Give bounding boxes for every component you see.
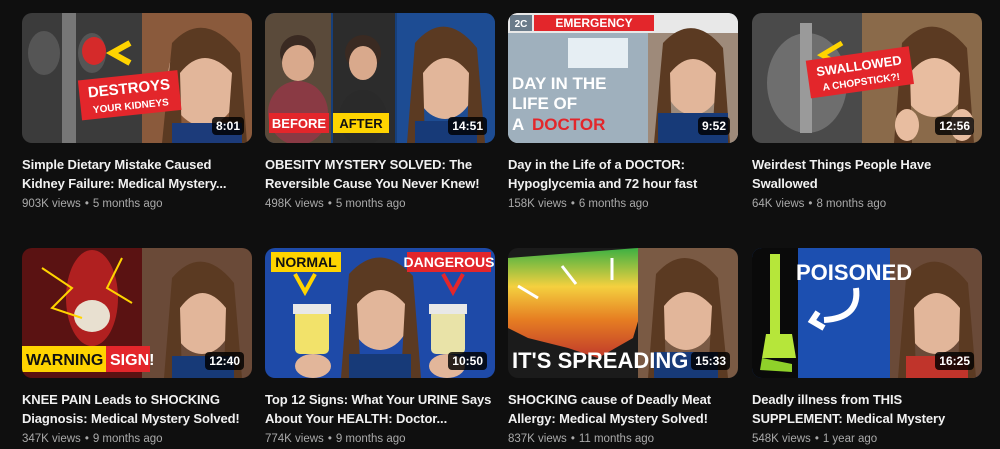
video-thumbnail[interactable]: DESTROYS YOUR KIDNEYS 8:01 (22, 13, 252, 143)
video-thumbnail[interactable]: IT'S SPREADING 15:33 (508, 248, 738, 378)
thumbnail-text: NORMAL (275, 254, 337, 270)
duration-badge: 16:25 (935, 352, 974, 370)
video-thumbnail[interactable]: SWALLOWED A CHOPSTICK?! 12:56 (752, 13, 982, 143)
thumbnail-text: EMERGENCY (555, 16, 632, 30)
upload-age: 9 months ago (335, 433, 406, 445)
thumbnail-text: DANGEROUS (403, 254, 494, 270)
video-meta: 158K views • 6 months ago (508, 198, 738, 210)
video-thumbnail[interactable]: WARNING SIGN! 12:40 (22, 248, 252, 378)
video-card[interactable]: POISONED 16:25 Deadly illness from THIS … (752, 248, 982, 445)
meta-separator: • (570, 198, 575, 210)
duration-badge: 10:50 (448, 352, 487, 370)
video-thumbnail[interactable]: BEFORE AFTER 14:51 (265, 13, 495, 143)
video-title[interactable]: KNEE PAIN Leads to SHOCKING Diagnosis: M… (22, 390, 252, 428)
duration-badge: 9:52 (697, 117, 730, 135)
meta-separator: • (84, 433, 89, 445)
video-card[interactable]: WARNING SIGN! 12:40 KNEE PAIN Leads to S… (22, 248, 252, 445)
thumbnail-text: LIFE OF (512, 94, 577, 113)
meta-separator: • (814, 433, 819, 445)
thumbnail-text: A (512, 115, 524, 134)
thumbnail-text: DOCTOR (532, 115, 605, 134)
upload-age: 11 months ago (578, 433, 655, 445)
video-card[interactable]: IT'S SPREADING 15:33 SHOCKING cause of D… (508, 248, 738, 445)
upload-age: 1 year ago (822, 433, 878, 445)
thumbnail-text: POISONED (796, 260, 912, 285)
meta-separator: • (327, 198, 332, 210)
video-meta: 347K views • 9 months ago (22, 433, 252, 445)
duration-badge: 15:33 (691, 352, 730, 370)
video-meta: 64K views • 8 months ago (752, 198, 982, 210)
video-meta: 837K views • 11 months ago (508, 433, 738, 445)
video-title[interactable]: Top 12 Signs: What Your URINE Says About… (265, 390, 495, 428)
video-card[interactable]: BEFORE AFTER 14:51 OBESITY MYSTERY SOLVE… (265, 13, 495, 210)
video-title[interactable]: OBESITY MYSTERY SOLVED: The Reversible C… (265, 155, 495, 193)
video-title[interactable]: Day in the Life of a DOCTOR: Hypoglycemi… (508, 155, 738, 193)
video-title[interactable]: Simple Dietary Mistake Caused Kidney Fai… (22, 155, 252, 193)
upload-age: 5 months ago (92, 198, 163, 210)
video-grid: DESTROYS YOUR KIDNEYS 8:01 Simple Dietar… (0, 0, 1000, 449)
view-count: 64K views (752, 198, 805, 210)
meta-separator: • (808, 198, 813, 210)
thumbnail-text: BEFORE (272, 116, 327, 131)
duration-badge: 8:01 (211, 117, 244, 135)
meta-separator: • (327, 433, 332, 445)
video-card[interactable]: SWALLOWED A CHOPSTICK?! 12:56 Weirdest T… (752, 13, 982, 210)
view-count: 837K views (508, 433, 567, 445)
view-count: 903K views (22, 198, 81, 210)
video-thumbnail[interactable]: NORMAL DANGEROUS 10:50 (265, 248, 495, 378)
thumbnail-text: IT'S SPREADING (512, 348, 688, 373)
duration-badge: 12:40 (205, 352, 244, 370)
duration-badge: 14:51 (448, 117, 487, 135)
video-thumbnail[interactable]: POISONED 16:25 (752, 248, 982, 378)
thumbnail-text: AFTER (339, 116, 383, 131)
meta-separator: • (84, 198, 89, 210)
upload-age: 8 months ago (816, 198, 887, 210)
video-card[interactable]: 2C EMERGENCY DAY IN THE LIFE OF A DOCTOR… (508, 13, 738, 210)
upload-age: 9 months ago (92, 433, 163, 445)
upload-age: 5 months ago (335, 198, 406, 210)
view-count: 347K views (22, 433, 81, 445)
upload-age: 6 months ago (578, 198, 649, 210)
meta-separator: • (570, 433, 575, 445)
view-count: 548K views (752, 433, 811, 445)
video-title[interactable]: Weirdest Things People Have Swallowed (752, 155, 982, 193)
video-thumbnail[interactable]: 2C EMERGENCY DAY IN THE LIFE OF A DOCTOR… (508, 13, 738, 143)
thumbnail-text: WARNING (26, 352, 103, 369)
video-card[interactable]: DESTROYS YOUR KIDNEYS 8:01 Simple Dietar… (22, 13, 252, 210)
view-count: 498K views (265, 198, 324, 210)
thumbnail-text: SIGN! (110, 352, 154, 369)
duration-badge: 12:56 (935, 117, 974, 135)
video-card[interactable]: NORMAL DANGEROUS 10:50 Top 12 Signs: Wha… (265, 248, 495, 445)
video-title[interactable]: Deadly illness from THIS SUPPLEMENT: Med… (752, 390, 982, 428)
video-meta: 903K views • 5 months ago (22, 198, 252, 210)
video-title[interactable]: SHOCKING cause of Deadly Meat Allergy: M… (508, 390, 738, 428)
video-meta: 498K views • 5 months ago (265, 198, 495, 210)
video-meta: 548K views • 1 year ago (752, 433, 982, 445)
view-count: 774K views (265, 433, 324, 445)
thumbnail-text: 2C (515, 19, 528, 30)
view-count: 158K views (508, 198, 567, 210)
thumbnail-text: DAY IN THE (512, 74, 606, 93)
video-meta: 774K views • 9 months ago (265, 433, 495, 445)
